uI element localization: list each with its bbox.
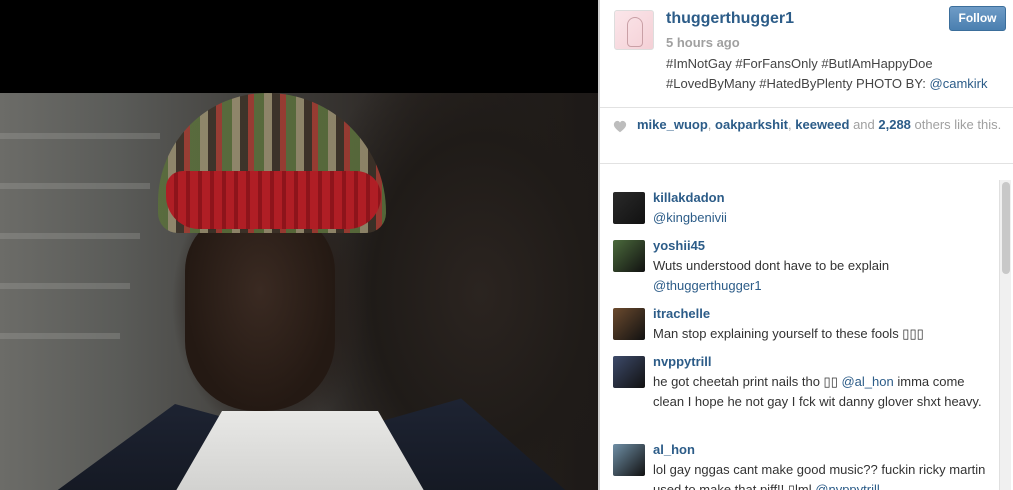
commenter-username[interactable]: itrachelle (653, 306, 710, 321)
commenter-username[interactable]: nvppytrill (653, 354, 712, 369)
user-avatar[interactable] (614, 10, 654, 50)
commenter-avatar[interactable] (613, 308, 645, 340)
comment-body: Man stop explaining yourself to these fo… (653, 326, 924, 341)
comment-mention[interactable]: @kingbenivii (653, 210, 727, 225)
window-blind (0, 283, 130, 289)
likes-tail: others like this. (910, 117, 1002, 132)
comment-mention[interactable]: @nvppytrill (815, 482, 880, 490)
commenter-avatar[interactable] (613, 192, 645, 224)
commenter-avatar[interactable] (613, 444, 645, 476)
caption-mention[interactable]: @camkirk (930, 76, 988, 91)
comment-body: Wuts understood dont have to be explain (653, 258, 890, 273)
commenter-avatar[interactable] (613, 240, 645, 272)
avatar-figure (627, 17, 643, 47)
comment-mention[interactable]: @al_hon (841, 374, 893, 389)
commenter-username[interactable]: killakdadon (653, 190, 725, 205)
comment-text: lol gay nggas cant make good music?? fuc… (653, 460, 993, 490)
post-header: thuggerthugger1 5 hours ago #ImNotGay #F… (600, 0, 1013, 108)
comment-text: Man stop explaining yourself to these fo… (653, 324, 993, 344)
liker-link[interactable]: mike_wuop (637, 117, 708, 132)
post-timestamp: 5 hours ago (666, 35, 740, 50)
comment-body: he got cheetah print nails tho ▯▯ (653, 374, 842, 389)
window-blind (0, 333, 120, 339)
post-username[interactable]: thuggerthugger1 (666, 10, 794, 28)
photo-pane (0, 0, 598, 490)
comment-text: he got cheetah print nails tho ▯▯ @al_ho… (653, 372, 993, 412)
post-caption: #ImNotGay #ForFansOnly #ButIAmHappyDoe #… (666, 54, 1008, 94)
likes-separator: , (707, 117, 716, 132)
post-sidebar: thuggerthugger1 5 hours ago #ImNotGay #F… (598, 0, 1013, 490)
scrollbar-thumb[interactable] (1002, 182, 1010, 274)
photo-hat-band (166, 171, 381, 229)
commenter-username[interactable]: al_hon (653, 442, 695, 457)
commenter-username[interactable]: yoshii45 (653, 238, 705, 253)
liker-link[interactable]: oakparkshit (715, 117, 788, 132)
liker-link[interactable]: keeweed (795, 117, 849, 132)
likes-and: and (849, 117, 879, 132)
comment-text: @kingbenivii (653, 208, 993, 228)
comment-text: Wuts understood dont have to be explain … (653, 256, 993, 296)
comment-mention[interactable]: @thuggerthugger1 (653, 278, 762, 293)
window-blind (0, 183, 150, 189)
heart-icon[interactable] (613, 120, 627, 134)
commenter-avatar[interactable] (613, 356, 645, 388)
follow-button[interactable]: Follow (949, 6, 1006, 31)
window-blind (0, 233, 140, 239)
comments-list: killakdadon @kingbenivii yoshii45 Wuts u… (600, 178, 1000, 490)
likes-section: mike_wuop, oakparkshit, keeweed and 2,28… (600, 108, 1013, 164)
comments-scrollbar[interactable] (999, 180, 1011, 490)
likes-text: mike_wuop, oakparkshit, keeweed and 2,28… (637, 117, 1005, 133)
post-photo[interactable] (0, 93, 598, 490)
caption-text: #ImNotGay #ForFansOnly #ButIAmHappyDoe #… (666, 56, 933, 91)
window-blind (0, 133, 160, 139)
photo-face (185, 211, 335, 411)
likes-count[interactable]: 2,288 (878, 117, 911, 132)
